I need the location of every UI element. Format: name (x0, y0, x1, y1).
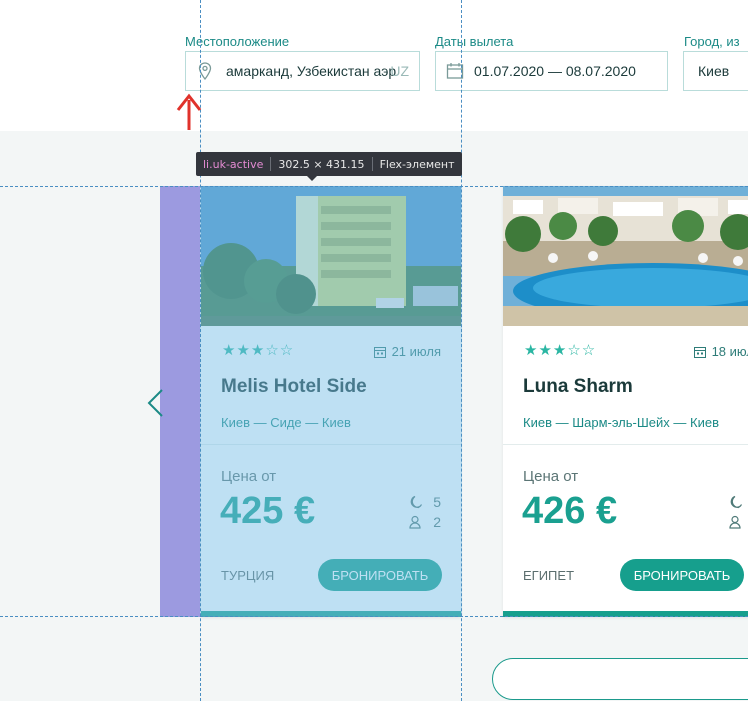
show-more-button[interactable] (492, 658, 748, 700)
location-field[interactable]: амарканд, Узбекистан аэр UZ (185, 51, 420, 91)
hotel-photo (503, 186, 748, 326)
chevron-left-icon[interactable] (146, 388, 166, 418)
city-label: Город, из (684, 34, 740, 49)
tooltip-size: 302.5 × 431.15 (278, 157, 365, 171)
devtools-guide-line (461, 0, 462, 701)
country: ЕГИПЕТ (523, 568, 575, 583)
annotation-arrow-icon (176, 93, 202, 130)
dates-input[interactable]: 01.07.2020 — 08.07.2020 (474, 63, 667, 79)
price: 426 € (522, 490, 618, 532)
tour-meta: 5 2 (729, 492, 748, 532)
devtools-tooltip: li.uk-active 302.5 × 431.15 Flex-элемент (196, 152, 462, 181)
devtools-element-highlight (200, 186, 462, 617)
price-label: Цена от (523, 468, 579, 485)
devtools-padding-overlay (160, 186, 200, 617)
tooltip-selector: li.uk-active (203, 157, 264, 171)
hotel-title[interactable]: Luna Sharm (523, 376, 633, 398)
divider (503, 444, 748, 445)
city-field[interactable]: Киев (683, 51, 748, 91)
dates-label: Даты вылета (435, 34, 514, 49)
rating-stars: ★★★☆☆ (524, 342, 597, 359)
search-bar: Местоположение амарканд, Узбекистан аэр … (0, 0, 748, 131)
tour-card[interactable]: ★★★☆☆ 18 июля Luna Sharm Киев — Шарм-эль… (503, 186, 748, 617)
map-pin-icon (196, 62, 214, 80)
city-select[interactable]: Киев (698, 63, 748, 79)
dates-field[interactable]: 01.07.2020 — 08.07.2020 (435, 51, 668, 91)
date-text: 18 июля (711, 344, 748, 359)
book-button[interactable]: БРОНИРОВАТЬ (620, 559, 744, 591)
tooltip-type: Flex-элемент (379, 157, 455, 171)
calendar-icon (693, 346, 706, 358)
location-input[interactable]: амарканд, Узбекистан аэр (226, 63, 396, 79)
location-country-code: UZ (390, 63, 409, 79)
moon-icon (730, 495, 743, 509)
route: Киев — Шарм-эль-Шейх — Киев (523, 415, 719, 430)
departure-date: 18 июля (693, 344, 748, 359)
person-icon (729, 515, 741, 529)
devtools-guide-line (0, 616, 748, 617)
devtools-guide-line (0, 186, 748, 187)
